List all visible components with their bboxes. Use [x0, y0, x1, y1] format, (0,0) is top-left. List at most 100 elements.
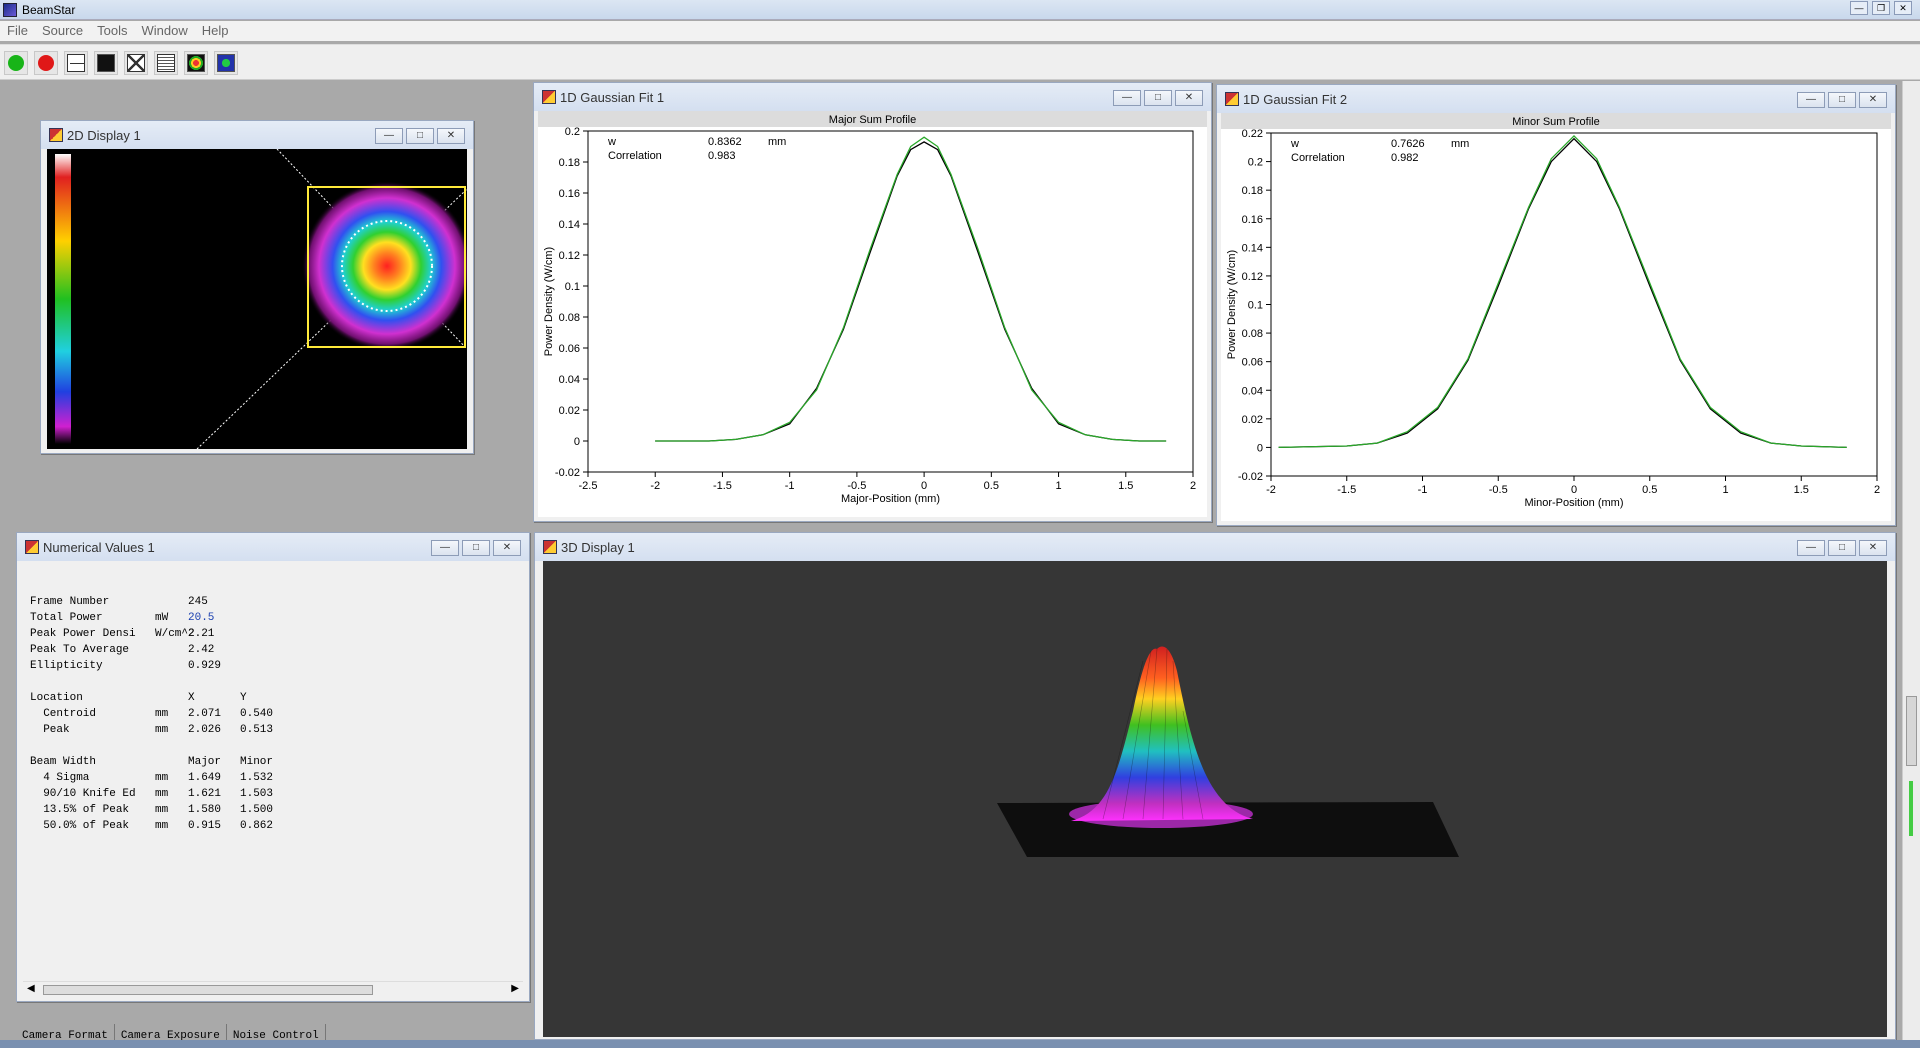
numeric-icon: [157, 54, 175, 72]
numerical-values-caption[interactable]: Numerical Values 1 — □ ✕: [17, 533, 529, 561]
menu-source[interactable]: Source: [35, 21, 90, 38]
menu-help[interactable]: Help: [195, 21, 236, 38]
x-tick-label: -1.5: [1337, 484, 1356, 496]
beam-3d-svg: [997, 646, 1459, 857]
gaussian-fit-2-title: 1D Gaussian Fit 2: [1243, 91, 1348, 107]
y-tick-label: 0.2: [1248, 157, 1263, 169]
chart-title: Minor Sum Profile: [1512, 116, 1599, 128]
numeric-v2: 0.540: [240, 708, 274, 720]
y-tick-label: 0.02: [1242, 414, 1263, 426]
display-2d-button[interactable]: [94, 51, 118, 75]
x-tick-label: -2: [650, 480, 660, 492]
x-tick-label: -0.5: [847, 480, 866, 492]
close-icon[interactable]: ✕: [1894, 1, 1912, 15]
beam-3d-view[interactable]: [543, 561, 1887, 1037]
maximize-icon[interactable]: □: [1828, 92, 1856, 108]
y-tick-label: 0: [1257, 442, 1263, 454]
minimize-icon[interactable]: —: [1797, 540, 1825, 556]
display-3d-caption[interactable]: 3D Display 1 — □ ✕: [535, 533, 1895, 561]
window-icon: [542, 90, 556, 104]
numeric-v1: 1.621: [188, 788, 222, 800]
menu-file[interactable]: File: [0, 21, 35, 38]
beam-spot: [302, 181, 472, 351]
close-icon[interactable]: ✕: [493, 540, 521, 556]
display-2d-caption[interactable]: 2D Display 1 — □ ✕: [41, 121, 473, 149]
window-icon: [25, 540, 39, 554]
plot-area: [1270, 132, 1878, 477]
maximize-icon[interactable]: □: [1144, 90, 1172, 106]
numeric-unit: mm: [155, 804, 169, 816]
minor-profile-chart: Minor Sum Profile -2 -1.5 -1 -0.5 0 0.5 1 1.5 2 -0…: [1221, 113, 1891, 509]
x-tick-label: -1: [1418, 484, 1428, 496]
y-tick-label: 0.14: [1242, 242, 1263, 254]
fit-button[interactable]: [214, 51, 238, 75]
crosshair-button[interactable]: [124, 51, 148, 75]
x-tick-label: 2: [1874, 484, 1880, 496]
gaussian-fit-1-plot[interactable]: Major Sum Profile -2.5 -2 -1.5 -1 -0.5 0 0.5 1 1.…: [538, 111, 1207, 517]
scroll-left-icon[interactable]: ◀: [27, 983, 35, 994]
display-3d-button[interactable]: [184, 51, 208, 75]
x-tick-label: -2: [1266, 484, 1276, 496]
close-icon[interactable]: ✕: [1859, 540, 1887, 556]
workspace-scrollbar[interactable]: [1902, 81, 1920, 1048]
scroll-thumb[interactable]: [1906, 696, 1917, 766]
maximize-icon[interactable]: □: [1828, 540, 1856, 556]
minimize-icon[interactable]: —: [375, 128, 403, 144]
menu-bar: File Source Tools Window Help: [0, 21, 1920, 41]
y-tick-label: 0.1: [565, 281, 580, 293]
window-icon: [543, 540, 557, 554]
beam-image[interactable]: [47, 148, 472, 450]
x-tick-label: 2: [1190, 480, 1196, 492]
os-taskbar: [0, 1040, 1920, 1048]
y-tick-label: 0.02: [559, 405, 580, 417]
y-tick-label: 0: [574, 436, 580, 448]
title-bar: BeamStar — ❐ ✕: [0, 0, 1920, 20]
y-tick-label: 0.22: [1242, 128, 1263, 140]
maximize-icon[interactable]: □: [406, 128, 434, 144]
close-icon[interactable]: ✕: [437, 128, 465, 144]
close-icon[interactable]: ✕: [1175, 90, 1203, 106]
minimize-icon[interactable]: —: [1850, 1, 1868, 15]
minimize-icon[interactable]: —: [431, 540, 459, 556]
scroll-thumb[interactable]: [43, 985, 373, 995]
annotation-unit: mm: [1451, 138, 1469, 150]
window-icon: [1225, 92, 1239, 106]
gaussian-fit-2-plot[interactable]: Minor Sum Profile -2 -1.5 -1 -0.5 0 0.5 1 1.5 2 -0…: [1221, 113, 1891, 521]
y-tick-label: 0.04: [1242, 385, 1263, 397]
numeric-v1: 2.071: [188, 708, 222, 720]
annotation-value: 0.983: [708, 150, 736, 162]
minimize-icon[interactable]: —: [1113, 90, 1141, 106]
numeric-v1: 2.42: [188, 644, 215, 656]
numeric-button[interactable]: [154, 51, 178, 75]
x-axis-label: Minor-Position (mm): [1524, 497, 1623, 509]
x-tick-label: 1: [1722, 484, 1728, 496]
y-tick-label: 0.16: [1242, 214, 1263, 226]
close-icon[interactable]: ✕: [1859, 92, 1887, 108]
menu-tools[interactable]: Tools: [90, 21, 134, 38]
display-3d-window: 3D Display 1 — □ ✕: [534, 532, 1896, 1040]
restore-icon[interactable]: ❐: [1872, 1, 1890, 15]
beam-2d-svg: [55, 148, 472, 450]
annotation-label: Correlation: [1291, 152, 1345, 164]
gaussian-fit-1-caption[interactable]: 1D Gaussian Fit 1 — □ ✕: [534, 83, 1211, 111]
profile-icon: [67, 54, 85, 72]
stop-button[interactable]: [34, 51, 58, 75]
menu-window[interactable]: Window: [135, 21, 195, 38]
numeric-hscrollbar[interactable]: ◀ ▶: [23, 981, 523, 997]
gaussian-fit-2-caption[interactable]: 1D Gaussian Fit 2 — □ ✕: [1217, 85, 1895, 113]
y-tick-label: -0.02: [555, 467, 580, 479]
numeric-unit: mm: [155, 724, 169, 736]
y-tick-label: 0.06: [1242, 357, 1263, 369]
y-tick-label: 0.18: [559, 157, 580, 169]
numeric-label: 4 Sigma: [30, 772, 90, 784]
profile-button[interactable]: [64, 51, 88, 75]
start-button[interactable]: [4, 51, 28, 75]
maximize-icon[interactable]: □: [462, 540, 490, 556]
y-tick-label: 0.08: [559, 312, 580, 324]
numeric-v1: Major: [188, 756, 222, 768]
numeric-label: Beam Width: [30, 756, 97, 768]
scroll-right-icon[interactable]: ▶: [511, 983, 519, 994]
numeric-v2: 0.862: [240, 820, 274, 832]
y-tick-label: 0.1: [1248, 300, 1263, 312]
minimize-icon[interactable]: —: [1797, 92, 1825, 108]
